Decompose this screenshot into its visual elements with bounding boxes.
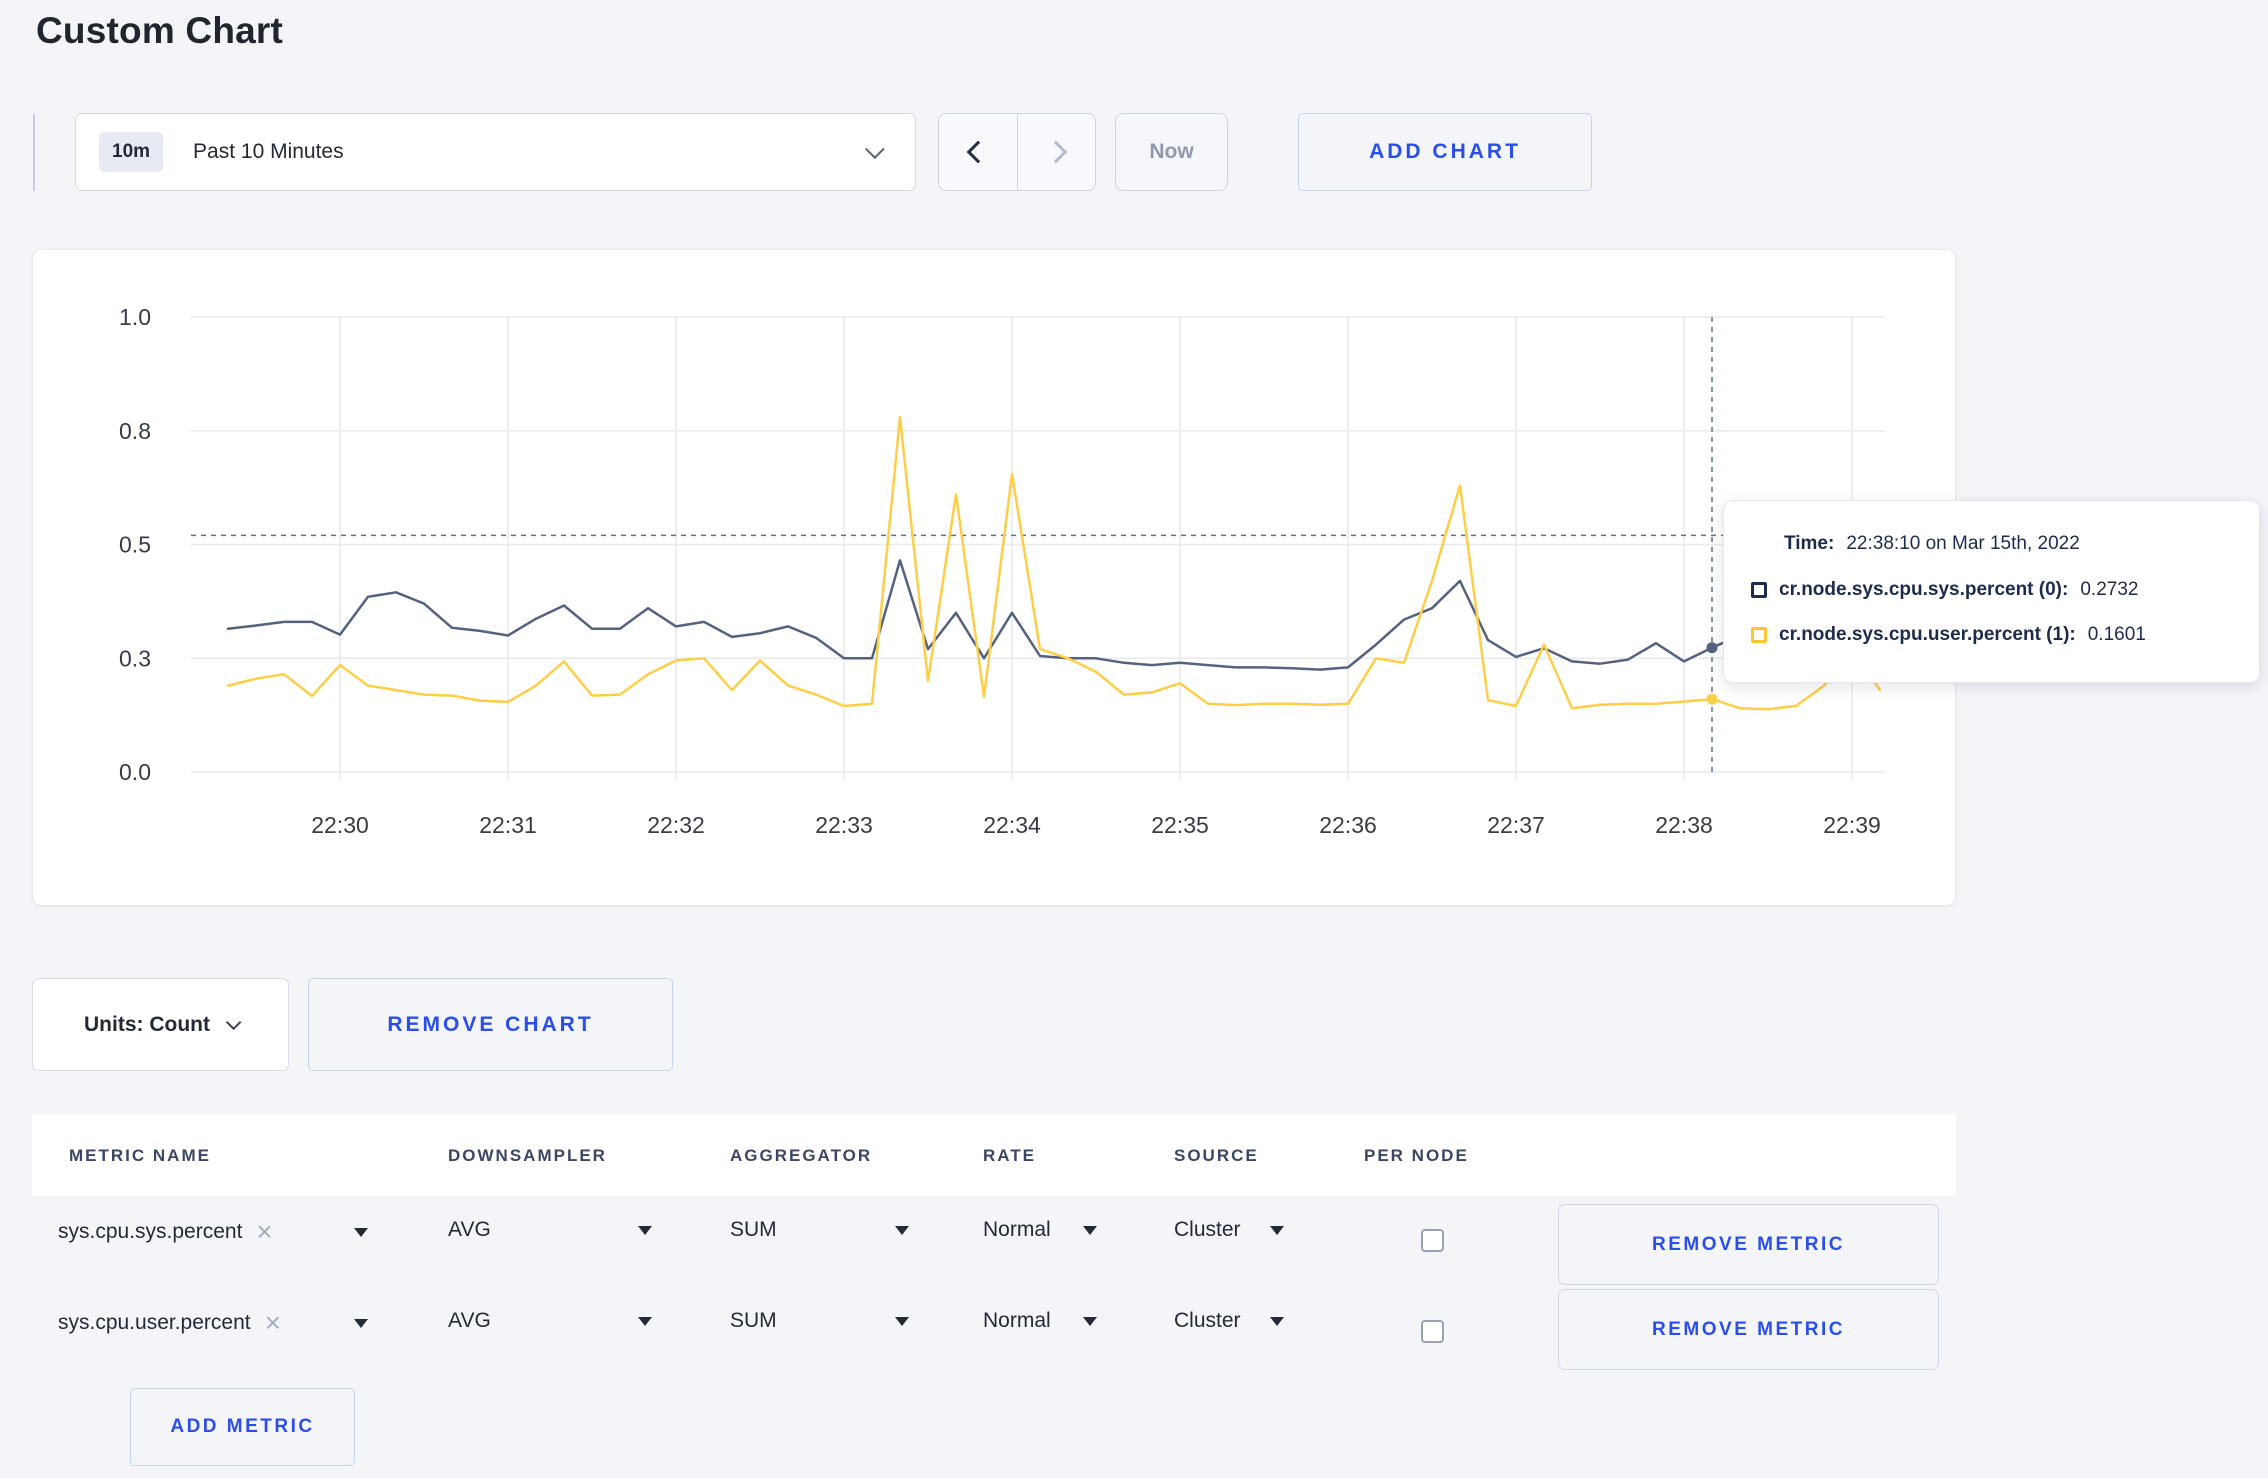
y-axis-tick-label: 0.8 (119, 418, 151, 444)
custom-chart-page: Custom Chart 10m Past 10 Minutes Now ADD… (0, 0, 2268, 1478)
y-axis-tick-label: 0.0 (119, 759, 151, 785)
units-label: Units: Count (84, 1012, 210, 1036)
caret-down-icon (354, 1227, 368, 1237)
series-line (226, 415, 1882, 711)
prev-range-button[interactable] (939, 114, 1018, 190)
next-range-button[interactable] (1018, 114, 1096, 190)
x-axis-tick-label: 22:37 (1487, 812, 1545, 838)
tooltip-series-value: 0.1601 (2087, 624, 2146, 645)
tooltip-series-name: cr.node.sys.cpu.user.percent (1): (1779, 624, 2076, 645)
col-header-downsampler: DOWNSAMPLER (448, 1146, 607, 1165)
x-axis-tick-label: 22:32 (647, 812, 705, 838)
per-node-checkbox[interactable] (1421, 1320, 1444, 1343)
series-user-swatch-icon (1751, 627, 1767, 643)
series-sys-swatch-icon (1751, 582, 1767, 598)
chevron-right-icon (1044, 140, 1068, 164)
aggregator-value: SUM (730, 1218, 777, 1241)
aggregator-dropdown[interactable]: SUM (730, 1218, 909, 1242)
chart-tooltip: Time: 22:38:10 on Mar 15th, 2022 cr.node… (1723, 500, 2260, 683)
downsampler-dropdown[interactable]: AVG (448, 1309, 652, 1333)
x-axis-tick-label: 22:34 (983, 812, 1041, 838)
aggregator-value: SUM (730, 1309, 777, 1332)
y-axis-tick-label: 0.3 (119, 645, 151, 671)
chart-card[interactable]: 1.0 0.8 0.5 0.3 0.0 22:30 22:31 22:32 22:33 22:34… (32, 249, 1956, 906)
caret-down-icon (895, 1316, 909, 1326)
x-axis-tick-label: 22:33 (815, 812, 873, 838)
time-range-label: Past 10 Minutes (193, 140, 344, 163)
x-axis-tick-label: 22:35 (1151, 812, 1209, 838)
time-pager (938, 113, 1096, 191)
metric-name-dropdown[interactable]: sys.cpu.user.percent × (58, 1309, 368, 1337)
chevron-down-icon (225, 1014, 242, 1031)
downsampler-dropdown[interactable]: AVG (448, 1218, 652, 1242)
y-axis-tick-label: 1.0 (119, 304, 151, 330)
rate-dropdown[interactable]: Normal (983, 1309, 1097, 1333)
x-axis-tick-label: 22:30 (311, 812, 369, 838)
add-chart-button[interactable]: ADD CHART (1298, 113, 1592, 191)
time-range-select[interactable]: 10m Past 10 Minutes (75, 113, 916, 191)
metric-name-value: sys.cpu.user.percent (58, 1311, 251, 1334)
caret-down-icon (354, 1318, 368, 1328)
x-axis-tick-label: 22:31 (479, 812, 537, 838)
source-value: Cluster (1174, 1309, 1241, 1332)
add-metric-button[interactable]: ADD METRIC (130, 1388, 355, 1466)
rate-value: Normal (983, 1309, 1051, 1332)
chevron-left-icon (966, 140, 990, 164)
rate-value: Normal (983, 1218, 1051, 1241)
tooltip-time-value: 22:38:10 on Mar 15th, 2022 (1846, 533, 2080, 554)
page-title: Custom Chart (36, 10, 284, 51)
x-axis-tick-label: 22:36 (1319, 812, 1377, 838)
source-dropdown[interactable]: Cluster (1174, 1218, 1284, 1242)
y-axis-tick-label: 0.5 (119, 532, 151, 558)
chevron-down-icon (864, 139, 885, 160)
x-axis-tick-label: 22:39 (1823, 812, 1881, 838)
aggregator-dropdown[interactable]: SUM (730, 1309, 909, 1333)
remove-metric-button[interactable]: REMOVE METRIC (1558, 1204, 1939, 1285)
toolbar-left-rule (33, 114, 35, 191)
col-header-source: SOURCE (1174, 1146, 1259, 1165)
metric-name-dropdown[interactable]: sys.cpu.sys.percent × (58, 1218, 368, 1246)
caret-down-icon (1083, 1316, 1097, 1326)
now-button[interactable]: Now (1115, 113, 1228, 191)
tooltip-time-label: Time: (1784, 533, 1835, 554)
per-node-checkbox[interactable] (1421, 1229, 1444, 1252)
time-range-badge: 10m (99, 132, 164, 172)
col-header-metric-name: METRIC NAME (69, 1146, 211, 1165)
units-select[interactable]: Units: Count (32, 978, 289, 1071)
remove-chart-button[interactable]: REMOVE CHART (308, 978, 673, 1071)
x-axis-tick-label: 22:38 (1655, 812, 1713, 838)
caret-down-icon (1270, 1225, 1284, 1235)
hover-point-marker (1706, 642, 1718, 654)
col-header-aggregator: AGGREGATOR (730, 1146, 873, 1165)
timeseries-chart: 1.0 0.8 0.5 0.3 0.0 22:30 22:31 22:32 22:33 22:34… (119, 304, 1885, 838)
remove-metric-button[interactable]: REMOVE METRIC (1558, 1289, 1939, 1370)
downsampler-value: AVG (448, 1218, 491, 1241)
rate-dropdown[interactable]: Normal (983, 1218, 1097, 1242)
caret-down-icon (895, 1225, 909, 1235)
caret-down-icon (638, 1225, 652, 1235)
clear-metric-icon[interactable]: × (256, 1218, 272, 1246)
caret-down-icon (1270, 1316, 1284, 1326)
metric-name-value: sys.cpu.sys.percent (58, 1220, 243, 1243)
caret-down-icon (638, 1316, 652, 1326)
clear-metric-icon[interactable]: × (265, 1309, 281, 1337)
tooltip-series-value: 0.2732 (2080, 579, 2139, 600)
col-header-per-node: PER NODE (1364, 1146, 1469, 1165)
caret-down-icon (1083, 1225, 1097, 1235)
source-dropdown[interactable]: Cluster (1174, 1309, 1284, 1333)
tooltip-series-name: cr.node.sys.cpu.sys.percent (0): (1779, 579, 2069, 600)
hover-point-marker (1706, 693, 1718, 705)
source-value: Cluster (1174, 1218, 1241, 1241)
downsampler-value: AVG (448, 1309, 491, 1332)
col-header-rate: RATE (983, 1146, 1037, 1165)
